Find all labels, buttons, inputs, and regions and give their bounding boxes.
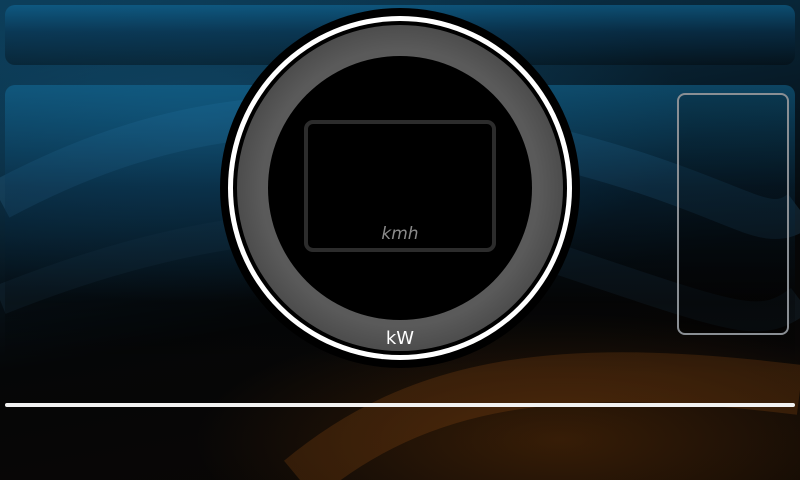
power-unit-label: kW: [385, 328, 415, 349]
speed-display: kmh: [304, 120, 496, 252]
side-indicator-panel: [677, 93, 789, 335]
dashboard-screen: kmh kW: [0, 0, 800, 480]
speed-unit-label: kmh: [381, 224, 419, 244]
divider-line: [5, 403, 795, 407]
power-gauge: kmh kW: [220, 8, 580, 368]
